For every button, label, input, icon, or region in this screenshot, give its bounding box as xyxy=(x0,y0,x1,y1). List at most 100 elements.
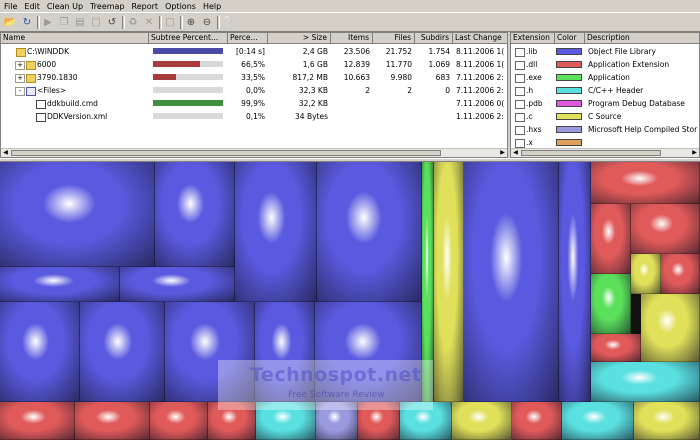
row-size: 34 Bytes xyxy=(295,112,328,121)
treemap-cell[interactable] xyxy=(150,402,208,440)
delete-icon[interactable]: ✕ xyxy=(142,16,156,29)
col-header-subdirs[interactable]: Subdirs xyxy=(415,33,453,44)
row-items: 2 xyxy=(365,86,370,95)
col-header-color[interactable]: Color xyxy=(555,33,585,44)
treemap-cell[interactable] xyxy=(631,254,661,294)
treemap-cell[interactable] xyxy=(155,162,235,267)
file-type-icon xyxy=(515,113,525,122)
expander-icon[interactable]: + xyxy=(15,74,25,83)
watermark-title: Technospot.net xyxy=(250,364,422,386)
extension-row[interactable]: .c C Source xyxy=(511,110,699,123)
extension-color-swatch xyxy=(556,74,582,81)
table-row[interactable]: +3790.1830 33,5% 817,2 MB 10.663 9.980 683 7.1… xyxy=(1,71,507,84)
menu-help[interactable]: Help xyxy=(199,0,224,12)
treemap-cell[interactable] xyxy=(80,302,165,402)
col-header-files[interactable]: Files xyxy=(373,33,415,44)
menu-cleanup[interactable]: Clean Up xyxy=(43,0,86,12)
table-row[interactable]: +6000 66,5% 1,6 GB 12.839 11.770 1.069 8.11.20… xyxy=(1,58,507,71)
expander-icon[interactable]: - xyxy=(15,87,25,96)
table-row[interactable]: ddkbuild.cmd 99,9% 32,2 KB 7.11.2006 0( xyxy=(1,97,507,110)
play-icon[interactable]: ▶ xyxy=(41,16,55,29)
treemap-cell[interactable] xyxy=(641,294,700,362)
treemap-cell[interactable] xyxy=(235,162,317,302)
copy-icon[interactable]: ❐ xyxy=(57,16,71,29)
open-icon[interactable]: 📂 xyxy=(3,16,17,29)
directory-hscrollbar[interactable]: ◀ ▶ xyxy=(1,148,507,157)
col-header-subtree-percent[interactable]: Subtree Percent... xyxy=(149,33,228,44)
col-header-name[interactable]: Name xyxy=(1,33,149,44)
menu-options[interactable]: Options xyxy=(161,0,199,12)
zoom-out-icon[interactable]: ⊖ xyxy=(200,16,214,29)
scroll-thumb[interactable] xyxy=(11,150,441,156)
menu-file[interactable]: File xyxy=(0,0,20,12)
refresh-icon[interactable]: ↻ xyxy=(20,16,34,29)
treemap-cell[interactable] xyxy=(591,162,700,204)
treemap-cell[interactable] xyxy=(591,362,700,402)
row-subdirs xyxy=(415,97,450,110)
col-header-extension[interactable]: Extension xyxy=(511,33,555,44)
treemap-cell[interactable] xyxy=(591,334,641,362)
treemap-cell[interactable] xyxy=(591,204,631,274)
col-header-percent[interactable]: Perce... xyxy=(228,33,268,44)
row-files: 2 xyxy=(407,86,412,95)
row-last-change: 7.11.2006 2: xyxy=(456,86,504,95)
file-type-icon xyxy=(515,139,525,148)
refresh-branch-icon[interactable]: ↺ xyxy=(105,16,119,29)
table-row[interactable]: C:\WINDDK [0:14 s] 2,4 GB 23.506 21.752 1.754… xyxy=(1,45,507,58)
col-header-last-change[interactable]: Last Change xyxy=(453,33,507,44)
col-header-items[interactable]: Items xyxy=(331,33,373,44)
treemap-cell[interactable] xyxy=(634,402,700,440)
explorer-icon[interactable]: ▤ xyxy=(73,16,87,29)
new-folder-icon[interactable]: □ xyxy=(163,16,177,29)
scroll-left-icon[interactable]: ◀ xyxy=(511,149,520,157)
recycle-icon[interactable]: ♻ xyxy=(126,16,140,29)
treemap-cell[interactable] xyxy=(0,267,120,302)
scroll-left-icon[interactable]: ◀ xyxy=(1,149,10,157)
extension-color-swatch xyxy=(556,126,582,133)
scroll-right-icon[interactable]: ▶ xyxy=(498,149,507,157)
row-last-change: 7.11.2006 0( xyxy=(456,99,505,108)
help-icon[interactable]: ❔ xyxy=(221,16,235,29)
toolbar: 📂 ↻ ▶ ❐ ▤ □ ↺ ♻ ✕ □ ⊕ ⊖ ❔ xyxy=(0,12,700,32)
treemap-cell[interactable] xyxy=(317,162,422,302)
treemap-cell[interactable] xyxy=(452,402,512,440)
command-icon[interactable]: □ xyxy=(89,16,103,29)
treemap-cell[interactable] xyxy=(434,162,464,402)
subtree-percent-bar xyxy=(153,48,223,54)
extension-hscrollbar[interactable]: ◀ ▶ xyxy=(511,148,699,157)
treemap-cell[interactable] xyxy=(0,162,155,267)
treemap-cell[interactable] xyxy=(559,162,591,402)
extension-row[interactable]: .pdb Program Debug Database xyxy=(511,97,699,110)
treemap-view[interactable]: Technospot.net Free Software Review xyxy=(0,162,700,440)
extension-row[interactable]: .hxs Microsoft Help Compiled Stor xyxy=(511,123,699,136)
menu-report[interactable]: Report xyxy=(128,0,162,12)
treemap-cell[interactable] xyxy=(0,302,80,402)
treemap-cell[interactable] xyxy=(631,204,700,254)
col-header-size[interactable]: > Size xyxy=(268,33,331,44)
treemap-cell[interactable] xyxy=(75,402,150,440)
extension-row[interactable]: .lib Object File Library xyxy=(511,45,699,58)
treemap-cell[interactable] xyxy=(120,267,235,302)
scroll-right-icon[interactable]: ▶ xyxy=(690,149,699,157)
extension-row[interactable]: .h C/C++ Header xyxy=(511,84,699,97)
scroll-thumb[interactable] xyxy=(521,150,661,156)
zoom-in-icon[interactable]: ⊕ xyxy=(184,16,198,29)
col-header-description[interactable]: Description xyxy=(585,33,699,44)
menu-edit[interactable]: Edit xyxy=(20,0,43,12)
extension-list: Extension Color Description .lib Object F… xyxy=(510,32,700,158)
treemap-cell[interactable] xyxy=(0,402,75,440)
treemap-cell[interactable] xyxy=(562,402,634,440)
table-row[interactable]: DDKVersion.xml 0,1% 34 Bytes 1.11.2006 2: xyxy=(1,110,507,123)
extension-color-swatch xyxy=(556,113,582,120)
extension-row[interactable]: .exe Application xyxy=(511,71,699,84)
extension-row[interactable]: .dll Application Extension xyxy=(511,58,699,71)
treemap-cell[interactable] xyxy=(591,274,631,334)
subtree-percent-bar xyxy=(153,61,223,67)
file-type-icon xyxy=(515,48,525,57)
treemap-cell[interactable] xyxy=(661,254,700,294)
table-row[interactable]: - <Files> 0,0% 32,3 KB 2 2 0 7.11.2006 2: xyxy=(1,84,507,97)
treemap-cell[interactable] xyxy=(512,402,562,440)
treemap-cell[interactable] xyxy=(464,162,559,402)
expander-icon[interactable]: + xyxy=(15,61,25,70)
menu-treemap[interactable]: Treemap xyxy=(86,0,127,12)
